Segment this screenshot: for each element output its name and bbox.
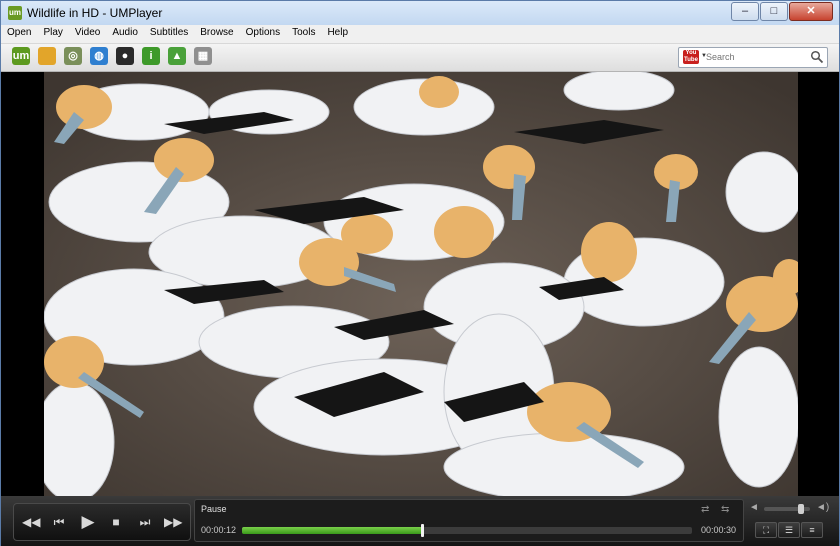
equalizer-button[interactable]: ≡ xyxy=(801,522,823,538)
umplayer-logo-icon[interactable]: um xyxy=(12,47,30,65)
search-box: You Tube ▼ xyxy=(678,47,828,68)
play-button[interactable]: ▶ xyxy=(79,513,97,531)
current-time: 00:00:12 xyxy=(201,525,237,535)
toolbar: um ◎ ◍ ● i ▲ ▦ You Tube ▼ xyxy=(1,44,839,72)
control-bar: ◀◀ ⏮ ▶ ■ ⏭ ▶▶ Pause ⇄ ⇆ 00:00:12 00:00:3… xyxy=(1,496,839,546)
fullscreen-button[interactable]: ⛶ xyxy=(755,522,777,538)
shuffle-icon[interactable]: ⇆ xyxy=(721,504,729,515)
volume-low-icon[interactable]: ◄ xyxy=(749,502,759,513)
globe-icon[interactable]: ◍ xyxy=(90,47,108,65)
menu-video[interactable]: Video xyxy=(69,25,106,43)
stop-button[interactable]: ■ xyxy=(107,513,125,531)
shoutcast-icon[interactable]: ▲ xyxy=(168,47,186,65)
menu-tools[interactable]: Tools xyxy=(286,25,321,43)
menu-subtitles[interactable]: Subtitles xyxy=(144,25,194,43)
seek-bar[interactable] xyxy=(242,524,692,537)
menu-play[interactable]: Play xyxy=(37,25,68,43)
menu-help[interactable]: Help xyxy=(321,25,354,43)
disc-icon[interactable]: ◎ xyxy=(64,47,82,65)
tv-icon[interactable]: ● xyxy=(116,47,134,65)
rewind-button[interactable]: ◀◀ xyxy=(22,513,40,531)
repeat-icon[interactable]: ⇄ xyxy=(701,504,709,515)
menu-audio[interactable]: Audio xyxy=(106,25,144,43)
volume-slider[interactable] xyxy=(764,504,810,514)
total-time: 00:00:30 xyxy=(700,525,736,535)
title-bar[interactable]: um Wildlife in HD - UMPlayer – □ ✕ xyxy=(1,1,839,25)
screenshot-icon[interactable]: ▦ xyxy=(194,47,212,65)
forward-button[interactable]: ▶▶ xyxy=(164,513,182,531)
youtube-icon[interactable]: You Tube xyxy=(683,50,699,64)
youtube-logo-bottom: Tube xyxy=(684,57,698,63)
next-button[interactable]: ⏭ xyxy=(136,513,154,531)
status-text: Pause xyxy=(201,504,227,514)
minimize-button[interactable]: – xyxy=(731,2,759,21)
video-display[interactable] xyxy=(1,72,839,496)
search-icon[interactable] xyxy=(810,50,824,64)
menu-browse[interactable]: Browse xyxy=(194,25,239,43)
status-panel: Pause ⇄ ⇆ 00:00:12 00:00:30 xyxy=(194,499,744,542)
youtube-logo-top: You xyxy=(685,50,697,56)
playback-buttons: ◀◀ ⏮ ▶ ■ ⏭ ▶▶ xyxy=(13,503,191,541)
maximize-button[interactable]: □ xyxy=(760,2,788,21)
menu-open[interactable]: Open xyxy=(1,25,37,43)
close-button[interactable]: ✕ xyxy=(789,2,833,21)
menu-bar: Open Play Video Audio Subtitles Browse O… xyxy=(1,25,839,44)
open-folder-icon[interactable] xyxy=(38,47,56,65)
playlist-button[interactable]: ☰ xyxy=(778,522,800,538)
menu-options[interactable]: Options xyxy=(240,25,286,43)
search-input[interactable] xyxy=(706,50,804,64)
info-icon[interactable]: i xyxy=(142,47,160,65)
volume-handle[interactable] xyxy=(797,504,804,514)
window-title: Wildlife in HD - UMPlayer xyxy=(27,6,163,20)
seek-handle[interactable] xyxy=(421,524,424,537)
app-icon: um xyxy=(8,6,22,20)
seek-progress xyxy=(242,527,422,534)
previous-button[interactable]: ⏮ xyxy=(50,513,68,531)
volume-high-icon[interactable]: ◄) xyxy=(816,502,829,513)
video-frame xyxy=(44,72,798,496)
umplayer-window: um Wildlife in HD - UMPlayer – □ ✕ Open … xyxy=(0,0,840,546)
